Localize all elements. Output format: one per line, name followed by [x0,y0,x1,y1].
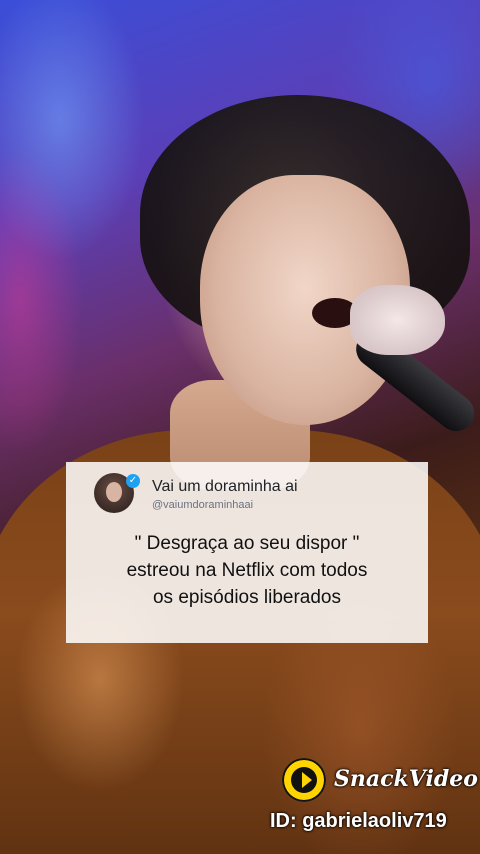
user-id-label: ID: gabrielaoliv719 [270,810,447,832]
tweet-text-line: " Desgraça ao seu dispor " [134,533,360,554]
brand-name: SnackVideo [334,766,478,792]
snackvideo-logo-icon [282,758,326,802]
tweet-card: ✓ Vai um doraminha ai @vaiumdoraminhaai … [66,462,428,643]
background-hand [350,285,445,355]
avatar-face [106,482,122,502]
tweet-text: " Desgraça ao seu dispor " estreou na Ne… [66,530,428,611]
display-name[interactable]: Vai um doraminha ai [152,478,298,496]
video-frame[interactable]: ✓ Vai um doraminha ai @vaiumdoraminhaai … [0,0,480,854]
tweet-text-line: os episódios liberados [152,587,341,608]
snackvideo-watermark: SnackVideo [282,758,478,804]
verified-badge-icon: ✓ [126,474,140,488]
user-handle[interactable]: @vaiumdoraminhaai [152,499,253,511]
tweet-text-line: estreou na Netflix com todos [126,560,368,581]
